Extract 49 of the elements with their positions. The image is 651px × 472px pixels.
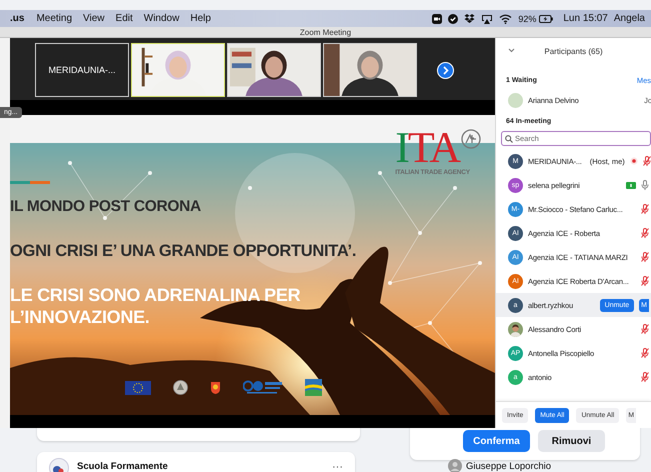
slide-text: L’INNOVAZIONE. [10,307,150,328]
menu-item[interactable]: Window [144,13,180,24]
wifi-icon[interactable] [499,14,512,24]
avatar-icon [49,458,69,472]
slide-text: LE CRISI SONO ADRENALINA PER [10,285,300,306]
wave-logo-icon [305,379,322,396]
muted-mic-icon[interactable] [641,204,649,214]
accent-line [10,181,50,184]
mic-icon[interactable] [641,180,649,190]
chevron-right-icon[interactable] [442,66,449,75]
window-title: Zoom Meeting [300,28,352,36]
next-button[interactable] [437,62,454,79]
slide-text: OGNI CRISI E’ UNA GRANDE OPPORTUNITA’. [10,242,356,261]
muted-mic-icon[interactable] [642,156,651,166]
muted-mic-icon[interactable] [641,276,649,286]
battery-percent: 92% [518,14,536,24]
logo-icon [243,380,283,395]
muted-mic-icon[interactable] [641,348,649,358]
muted-mic-icon[interactable] [641,372,649,382]
muted-mic-icon[interactable] [641,228,649,238]
menu-item[interactable]: View [83,13,105,24]
emblem-icon [173,380,188,395]
slide-text: IL MONDO POST CORONA [10,198,201,216]
dialog-button[interactable]: Conferma [463,430,530,452]
muted-mic-icon[interactable] [641,324,649,334]
airplay-icon[interactable] [481,14,494,24]
dialog-button[interactable]: Rimuovi [538,430,605,452]
box-icon[interactable] [464,14,476,24]
app-name[interactable]: .us [10,13,24,24]
menu-item[interactable]: Help [190,13,211,24]
participant-name: MERIDAUNIA-... [48,65,116,75]
battery-icon[interactable] [539,14,554,22]
muted-mic-icon[interactable] [641,252,649,262]
more-button[interactable]: ··· [332,463,343,471]
panel-title: Participants (65) [544,46,603,56]
user-name[interactable]: Angela [614,13,645,24]
crest-icon [210,380,221,395]
chevron-icon[interactable] [508,48,515,53]
post-author[interactable]: Scuola Formamente [77,461,168,472]
contact-name[interactable]: Giuseppe Loporchio [466,460,552,472]
emblem-icon [461,129,481,149]
flag-icon [125,380,151,394]
avatar-icon [448,459,462,472]
search-icon [505,134,513,142]
check-shield-icon[interactable] [448,14,458,24]
menu-item[interactable]: Meeting [36,13,72,24]
menu-item[interactable]: Edit [116,13,133,24]
clock[interactable]: Lun 15:07 [563,13,608,24]
camera-icon[interactable] [432,14,442,24]
